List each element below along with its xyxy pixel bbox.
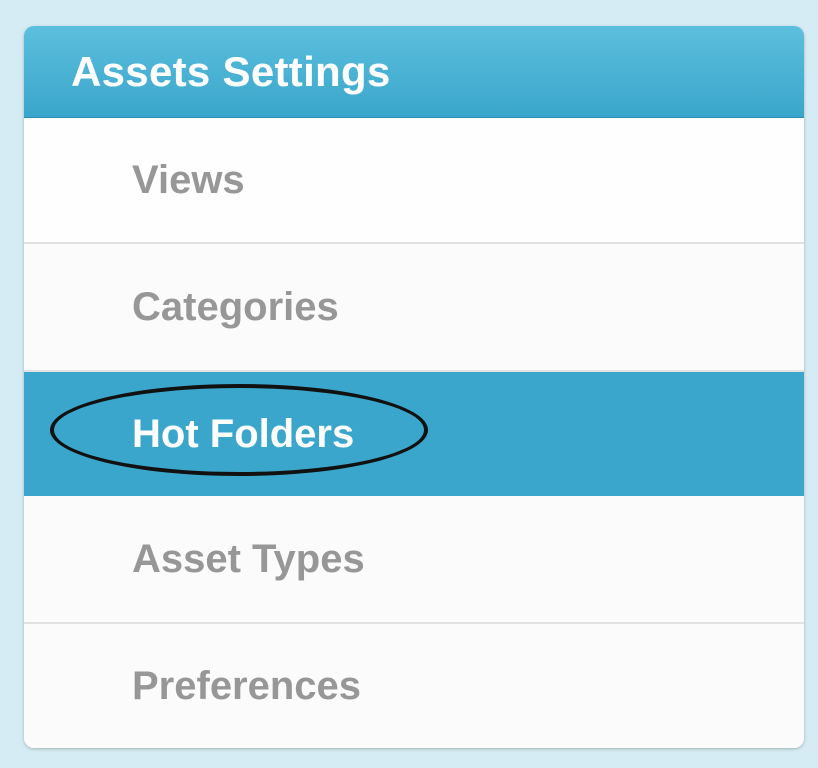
menu-item-label: Asset Types [132,536,365,581]
panel-title: Assets Settings [71,47,391,95]
menu-item-hot-folders[interactable]: Hot Folders [24,372,804,496]
menu-item-asset-types[interactable]: Asset Types [24,496,804,624]
menu-item-label: Categories [132,284,339,329]
menu-item-label: Preferences [132,663,362,708]
menu-item-label: Hot Folders [132,411,355,456]
settings-menu: Views Categories Hot Folders Asset Types… [24,118,804,748]
menu-item-preferences[interactable]: Preferences [24,624,804,748]
panel-header: Assets Settings [24,26,804,118]
menu-item-categories[interactable]: Categories [24,244,804,372]
menu-item-views[interactable]: Views [24,118,804,244]
menu-item-label: Views [132,157,245,202]
assets-settings-panel: Assets Settings Views Categories Hot Fol… [24,26,804,748]
